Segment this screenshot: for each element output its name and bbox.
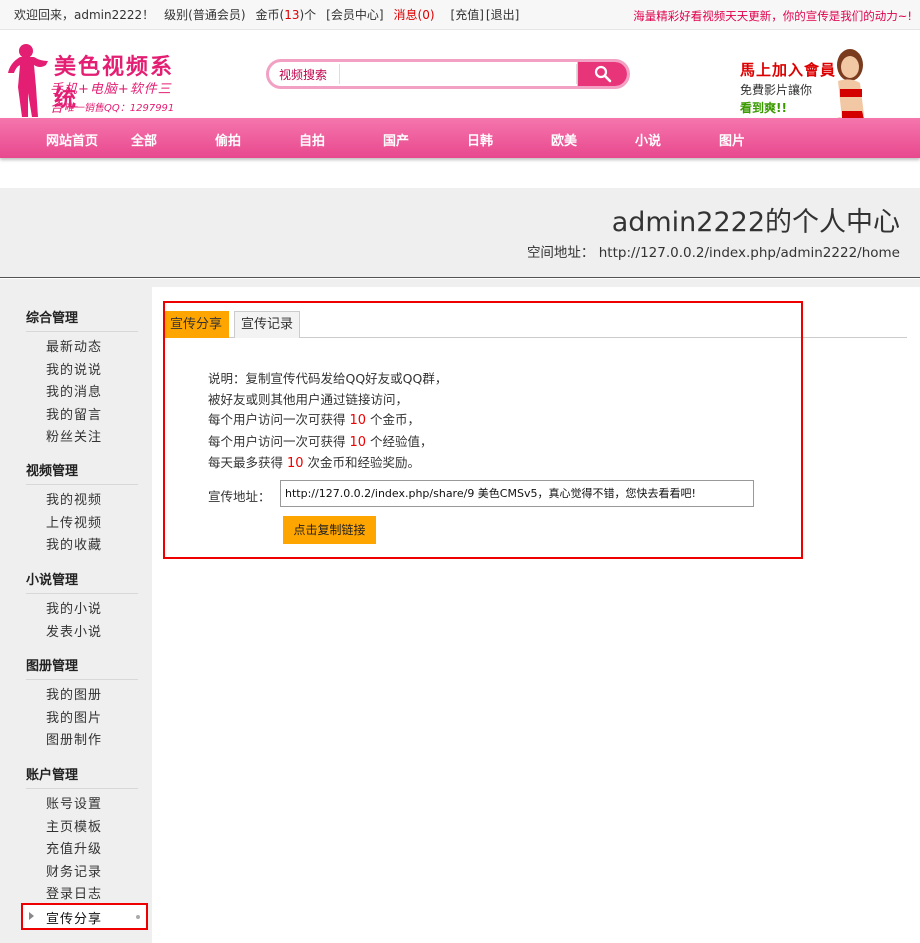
sidebar-item-latest[interactable]: 最新动态 (26, 337, 138, 360)
welcome-text: 欢迎回来，admin2222！ (14, 8, 155, 22)
desc-line: 每天最多获得 10 次金币和经验奖励。 (208, 453, 447, 475)
sidebar-item-finance[interactable]: 财务记录 (26, 862, 138, 885)
sidebar-item-posts[interactable]: 我的说说 (26, 360, 138, 383)
sidebar-item-comments[interactable]: 我的留言 (26, 405, 138, 428)
sidebar-group-title: 小说管理 (26, 569, 138, 594)
desc-text: 每天最多获得 (208, 455, 287, 470)
nav-selfie[interactable]: 自拍 (299, 130, 325, 149)
member-level: 级别(普通会员) (164, 8, 246, 22)
logo-contact: 唯一销售QQ：1297991 (64, 103, 175, 114)
coins-prefix: 金币( (255, 8, 285, 22)
coins-count: 金币(13)个 (256, 6, 317, 23)
main-area: 综合管理 最新动态 我的说说 我的消息 我的留言 粉丝关注 视频管理 我的视频 … (0, 279, 920, 943)
nav-novels[interactable]: 小说 (635, 130, 661, 149)
sidebar-group-video: 视频管理 我的视频 上传视频 我的收藏 (26, 460, 138, 558)
sidebar-group-account: 账户管理 账号设置 主页模板 充值升级 财务记录 登录日志 (26, 764, 138, 907)
logo-figure-icon (8, 44, 48, 117)
sidebar-group-title: 综合管理 (26, 307, 138, 332)
desc-line: 被好友或则其他用户通过链接访问， (208, 391, 409, 407)
share-address-label: 宣传地址： (208, 489, 271, 504)
copy-link-button[interactable]: 点击复制链接 (283, 516, 376, 544)
sidebar-group-title: 图册管理 (26, 655, 138, 680)
nav-pictures[interactable]: 图片 (719, 130, 745, 149)
caret-right-icon (29, 912, 34, 920)
sidebar-item-favorites[interactable]: 我的收藏 (26, 535, 138, 558)
share-description: 说明：复制宣传代码发给QQ好友或QQ群， 被好友或则其他用户通过链接访问， 每个… (208, 369, 447, 475)
member-center-link[interactable]: [会员中心] (326, 6, 383, 23)
sidebar-group-title: 账户管理 (26, 764, 138, 789)
sidebar-item-my-videos[interactable]: 我的视频 (26, 490, 138, 513)
sidebar-item-upload-video[interactable]: 上传视频 (26, 513, 138, 536)
main-nav: 网站首页 全部 偷拍 自拍 国产 日韩 欧美 小说 图片 (0, 118, 920, 158)
header: 美色视频系统 手机+电脑+软件三合一 唯一销售QQ：1297991 视频搜索 馬… (0, 31, 920, 155)
sidebar-item-label: 宣传分享 (46, 912, 103, 927)
sidebar-item-my-novels[interactable]: 我的小说 (26, 599, 138, 622)
sidebar-item-my-pictures[interactable]: 我的图片 (26, 708, 138, 731)
sidebar-item-share-active[interactable]: 宣传分享 (21, 903, 148, 930)
page-title: admin2222的个人中心 (611, 207, 900, 238)
sidebar-group-album: 图册管理 我的图册 我的图片 图册制作 (26, 655, 138, 753)
sidebar-item-post-novel[interactable]: 发表小说 (26, 622, 138, 645)
nav-japan-korea[interactable]: 日韩 (467, 130, 493, 149)
content-panel: 宣传分享 宣传记录 说明：复制宣传代码发给QQ好友或QQ群， 被好友或则其他用户… (152, 287, 920, 943)
share-address-field[interactable]: http://127.0.0.2/index.php/share/9 美色CMS… (280, 480, 754, 507)
desc-text: 个经验值， (366, 433, 433, 449)
exp-reward: 10 (349, 434, 367, 450)
sidebar-group-title: 视频管理 (26, 460, 138, 485)
sidebar: 综合管理 最新动态 我的说说 我的消息 我的留言 粉丝关注 视频管理 我的视频 … (0, 279, 150, 943)
coins-suffix: )个 (299, 8, 317, 22)
desc-line: 每个用户访问一次可获得 10 个经验值， (208, 432, 447, 454)
sidebar-item-my-albums[interactable]: 我的图册 (26, 685, 138, 708)
coins-value: 13 (284, 8, 300, 22)
top-slogan: 海量精彩好看视频天天更新，你的宣传是我们的动力~! (633, 9, 912, 23)
search-icon (594, 65, 611, 83)
desc-text: 次金币和经验奖励。 (303, 455, 421, 470)
profile-banner: admin2222的个人中心 空间地址： http://127.0.0.2/in… (0, 188, 920, 278)
sidebar-item-home-template[interactable]: 主页模板 (26, 817, 138, 840)
nav-western[interactable]: 欧美 (551, 130, 577, 149)
nav-domestic[interactable]: 国产 (383, 130, 409, 149)
desc-text: 每个用户访问一次可获得 (208, 412, 350, 427)
desc-text: 每个用户访问一次可获得 (208, 433, 350, 449)
search-input[interactable] (339, 64, 577, 84)
sidebar-item-recharge[interactable]: 充值升级 (26, 839, 138, 862)
nav-home[interactable]: 网站首页 (46, 130, 98, 149)
nav-all[interactable]: 全部 (131, 130, 157, 149)
site-logo[interactable]: 美色视频系统 手机+电脑+软件三合一 唯一销售QQ：1297991 (6, 43, 176, 117)
sidebar-group-general: 综合管理 最新动态 我的说说 我的消息 我的留言 粉丝关注 (26, 307, 138, 450)
messages-link[interactable]: 消息(0) (394, 6, 435, 23)
sidebar-item-make-album[interactable]: 图册制作 (26, 730, 138, 753)
coins-reward: 10 (349, 413, 367, 428)
dot-icon (136, 915, 140, 919)
desc-line: 说明：复制宣传代码发给QQ好友或QQ群， (208, 371, 448, 386)
search-button[interactable] (577, 62, 627, 86)
search-bar: 视频搜索 (266, 59, 630, 89)
recharge-link[interactable]: [充值] (451, 6, 484, 23)
sidebar-item-account-settings[interactable]: 账号设置 (26, 794, 138, 817)
sidebar-group-novel: 小说管理 我的小说 发表小说 (26, 569, 138, 644)
desc-text: 个金币， (366, 412, 421, 427)
top-bar: 欢迎回来，admin2222！ 级别(普通会员) 金币(13)个 [会员中心] … (0, 0, 920, 30)
desc-line: 每个用户访问一次可获得 10 个金币， (208, 410, 447, 432)
nav-candid[interactable]: 偷拍 (215, 130, 241, 149)
daily-limit: 10 (286, 456, 304, 471)
sidebar-item-fans[interactable]: 粉丝关注 (26, 427, 138, 450)
sidebar-item-messages[interactable]: 我的消息 (26, 382, 138, 405)
search-label: 视频搜索 (279, 68, 328, 82)
space-address: 空间地址： http://127.0.0.2/index.php/admin22… (526, 245, 900, 261)
logout-link[interactable]: [退出] (486, 6, 519, 23)
